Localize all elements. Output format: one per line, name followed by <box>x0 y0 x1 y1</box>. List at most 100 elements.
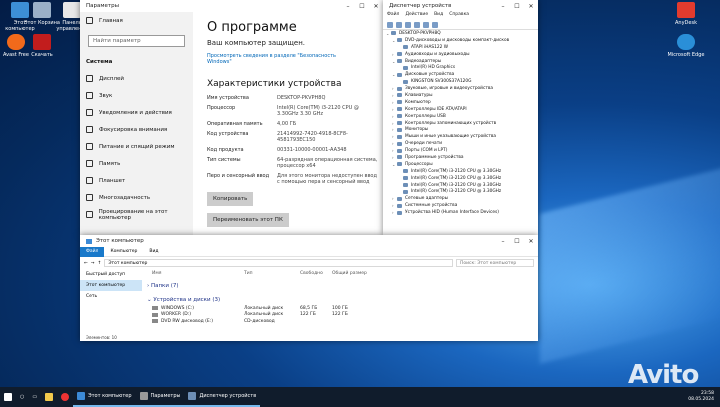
tree-node[interactable]: › Устройства HID (Human Interface Devices… <box>386 209 538 216</box>
taskbar-item-settings[interactable]: Параметры <box>135 387 185 407</box>
search-button[interactable]: ○ <box>16 387 28 407</box>
tree-node[interactable]: › Программные устройства <box>386 154 538 161</box>
tree-node[interactable]: › Контроллеры запоминающих устройств <box>386 120 538 127</box>
close-button[interactable]: ✕ <box>369 3 383 10</box>
tree-node[interactable]: › Звуковые, игровые и видеоустройства <box>386 85 538 92</box>
back-icon[interactable] <box>387 22 393 28</box>
tree-node[interactable]: Intel(R) Core(TM) i3-2120 CPU @ 3.30GHz <box>386 188 538 195</box>
tree-node[interactable]: Intel(R) Core(TM) i3-2120 CPU @ 3.30GHz <box>386 182 538 189</box>
drive-row[interactable]: DVD RW дисковод (E:) CD-дисковод <box>144 318 538 325</box>
up-icon[interactable]: ↑ <box>98 261 102 266</box>
help-icon[interactable] <box>414 22 420 28</box>
tab-computer[interactable]: Компьютер <box>104 249 143 254</box>
tree-node-label: Мыши и иные указывающие устройства <box>405 134 497 140</box>
home-link[interactable]: Главная <box>80 12 193 29</box>
sidebar-item[interactable]: Многозадачность <box>80 189 193 206</box>
tree-node[interactable]: › Контроллеры IDE ATA/ATAPI <box>386 106 538 113</box>
tree-node[interactable]: KINGSTON SV300S37A120G <box>386 78 538 85</box>
tree-node[interactable]: › Клавиатуры <box>386 92 538 99</box>
properties-icon[interactable] <box>405 22 411 28</box>
sidebar-item[interactable]: Планшет <box>80 172 193 189</box>
column-header[interactable]: Имя <box>144 271 244 276</box>
sidebar-item[interactable]: Дисплей <box>80 70 193 87</box>
menu-item[interactable]: Вид <box>434 12 443 20</box>
start-button[interactable] <box>0 387 16 407</box>
tree-node[interactable]: ATAPI iHAS122 W <box>386 44 538 51</box>
minimize-button[interactable]: – <box>496 3 510 10</box>
tree-node[interactable]: Intel(R) Core(TM) i3-2120 CPU @ 3.30GHz <box>386 175 538 182</box>
monitor-icon[interactable] <box>432 22 438 28</box>
minimize-button[interactable]: – <box>496 238 510 245</box>
minimize-button[interactable]: – <box>341 3 355 10</box>
tree-node[interactable]: › Мониторы <box>386 126 538 133</box>
tree-node[interactable]: ⌄ Видеоадаптеры <box>386 58 538 65</box>
address-input[interactable]: Этот компьютер <box>104 259 453 267</box>
copy-button[interactable]: Копировать <box>207 192 254 206</box>
security-link[interactable]: Просмотреть сведения в разделе "Безопасн… <box>207 53 337 65</box>
back-icon[interactable]: ← <box>84 261 88 266</box>
maximize-button[interactable]: ☐ <box>355 3 369 10</box>
sidebar-item[interactable]: Фокусировка внимания <box>80 121 193 138</box>
forward-icon[interactable]: → <box>91 261 95 266</box>
spec-value: Intel(R) Core(TM) i3-2120 CPU @ 3.30GHz … <box>277 105 359 117</box>
devmgr-titlebar[interactable]: Диспетчер устройств – ☐ ✕ <box>383 0 538 12</box>
nav-item[interactable]: Быстрый доступ <box>80 269 142 280</box>
folders-group[interactable]: › Папки (7) <box>144 281 538 291</box>
pinned-yandex[interactable] <box>57 387 73 407</box>
tree-node[interactable]: Intel(R) Core(TM) i3-2120 CPU @ 3.30GHz <box>386 168 538 175</box>
tree-node[interactable]: › Компьютер <box>386 99 538 106</box>
sidebar-item[interactable]: Звук <box>80 87 193 104</box>
sidebar-item[interactable]: Питание и спящий режим <box>80 138 193 155</box>
drives-group[interactable]: ⌄ Устройства и диски (3) <box>144 295 538 305</box>
taskbar-item-devmgr[interactable]: Диспетчер устройств <box>184 387 261 407</box>
menu-item[interactable]: Справка <box>449 12 469 20</box>
pinned-explorer[interactable] <box>41 387 57 407</box>
explorer-titlebar[interactable]: Этот компьютер – ☐ ✕ <box>80 235 538 247</box>
close-button[interactable]: ✕ <box>524 238 538 245</box>
sidebar-item[interactable]: Уведомления и действия <box>80 104 193 121</box>
tree-node[interactable]: Intel(R) HD Graphics <box>386 64 538 71</box>
clock[interactable]: 23:58 08.05.2024 <box>688 391 720 403</box>
tree-node[interactable]: › Порты (COM и LPT) <box>386 147 538 154</box>
device-icon <box>397 38 402 43</box>
tree-node[interactable]: › Аудиовходы и аудиовыходы <box>386 51 538 58</box>
tree-node[interactable]: › Мыши и иные указывающие устройства <box>386 133 538 140</box>
menu-item[interactable]: Файл <box>387 12 399 20</box>
tree-node[interactable]: ⌄ DVD-дисководы и дисководы компакт-диско… <box>386 37 538 44</box>
drive-name-cell: DVD RW дисковод (E:) <box>144 319 244 324</box>
forward-icon[interactable] <box>396 22 402 28</box>
column-header[interactable]: Тип <box>244 271 300 276</box>
tree-node[interactable]: ⌄ Дисковые устройства <box>386 71 538 78</box>
drive-free: 68,5 ГБ <box>300 305 318 311</box>
tab-file[interactable]: Файл <box>80 246 105 257</box>
tree-node[interactable]: › Очереди печати <box>386 140 538 147</box>
maximize-button[interactable]: ☐ <box>510 3 524 10</box>
tree-node[interactable]: › Системные устройства <box>386 202 538 209</box>
desktop-icon-anydesk[interactable]: AnyDesk <box>666 2 706 26</box>
rename-pc-button[interactable]: Переименовать этот ПК <box>207 213 289 227</box>
tree-node[interactable]: ⌄ Процессоры <box>386 161 538 168</box>
close-button[interactable]: ✕ <box>524 3 538 10</box>
search-input[interactable]: Поиск: Этот компьютер <box>456 259 534 267</box>
menu-item[interactable]: Действие <box>405 12 428 20</box>
sidebar-item[interactable]: Память <box>80 155 193 172</box>
nav-item[interactable]: Этот компьютер <box>80 280 142 291</box>
taskbar-item-computer[interactable]: Этот компьютер <box>73 387 136 407</box>
settings-search-input[interactable]: Найти параметр <box>88 35 185 47</box>
nav-item[interactable]: Сеть <box>80 291 142 302</box>
task-view-button[interactable]: ▭ <box>28 387 41 407</box>
desktop-icon-edge[interactable]: Microsoft Edge <box>666 34 706 58</box>
scan-icon[interactable] <box>423 22 429 28</box>
tree-node[interactable]: › Сетевые адаптеры <box>386 195 538 202</box>
tree-node-label: Intel(R) Core(TM) i3-2120 CPU @ 3.30GHz <box>411 182 502 188</box>
tab-view[interactable]: Вид <box>143 249 164 254</box>
column-header[interactable]: Свободно <box>300 271 332 276</box>
settings-titlebar[interactable]: Параметры – ☐ ✕ <box>80 0 383 12</box>
sidebar-item[interactable]: Проецирование на этот компьютер <box>80 206 193 223</box>
tree-node[interactable]: › Контроллеры USB <box>386 113 538 120</box>
home-icon <box>86 17 93 24</box>
tree-node[interactable]: ⌄ DESKTOP-PKVPH8Q <box>386 30 538 37</box>
column-header[interactable]: Общий размер <box>332 271 382 276</box>
maximize-button[interactable]: ☐ <box>510 238 524 245</box>
desktop-icon-download[interactable]: Скачать <box>22 34 62 58</box>
